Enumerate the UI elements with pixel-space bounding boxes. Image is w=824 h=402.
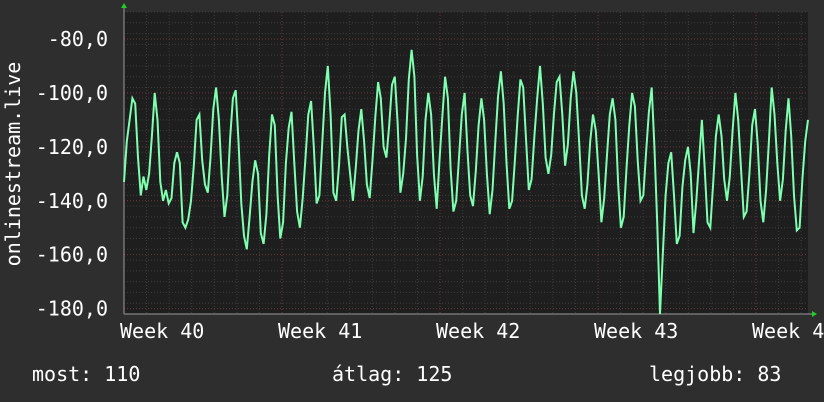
y-tick-label: -140,0: [36, 189, 108, 213]
y-tick-label: -160,0: [36, 243, 108, 267]
current-value: most: 110: [32, 362, 141, 386]
x-tick-label: Week 4: [752, 319, 824, 343]
average-value: átlag: 125: [332, 362, 453, 386]
x-tick-label: Week 41: [278, 319, 362, 343]
y-axis-arrow: [121, 3, 127, 8]
y-axis-label: onlinestream.live: [1, 62, 25, 267]
y-tick-labels: -80,0 -100,0 -120,0 -140,0 -160,0 -180,0: [36, 27, 108, 321]
y-tick-label: -180,0: [36, 297, 108, 321]
y-tick-label: -120,0: [36, 135, 108, 159]
best-value: legjobb: 83: [649, 362, 782, 386]
x-tick-label: Week 43: [594, 319, 678, 343]
x-tick-label: Week 42: [436, 319, 520, 343]
x-tick-label: Week 40: [120, 319, 204, 343]
y-tick-label: -100,0: [36, 81, 108, 105]
x-axis-arrow: [812, 311, 817, 317]
chart: -80,0 -100,0 -120,0 -140,0 -160,0 -180,0 Week…: [1, 3, 824, 343]
y-tick-label: -80,0: [48, 27, 108, 51]
x-tick-labels: Week 40 Week 41 Week 42 Week 43 Week 4: [120, 319, 824, 343]
